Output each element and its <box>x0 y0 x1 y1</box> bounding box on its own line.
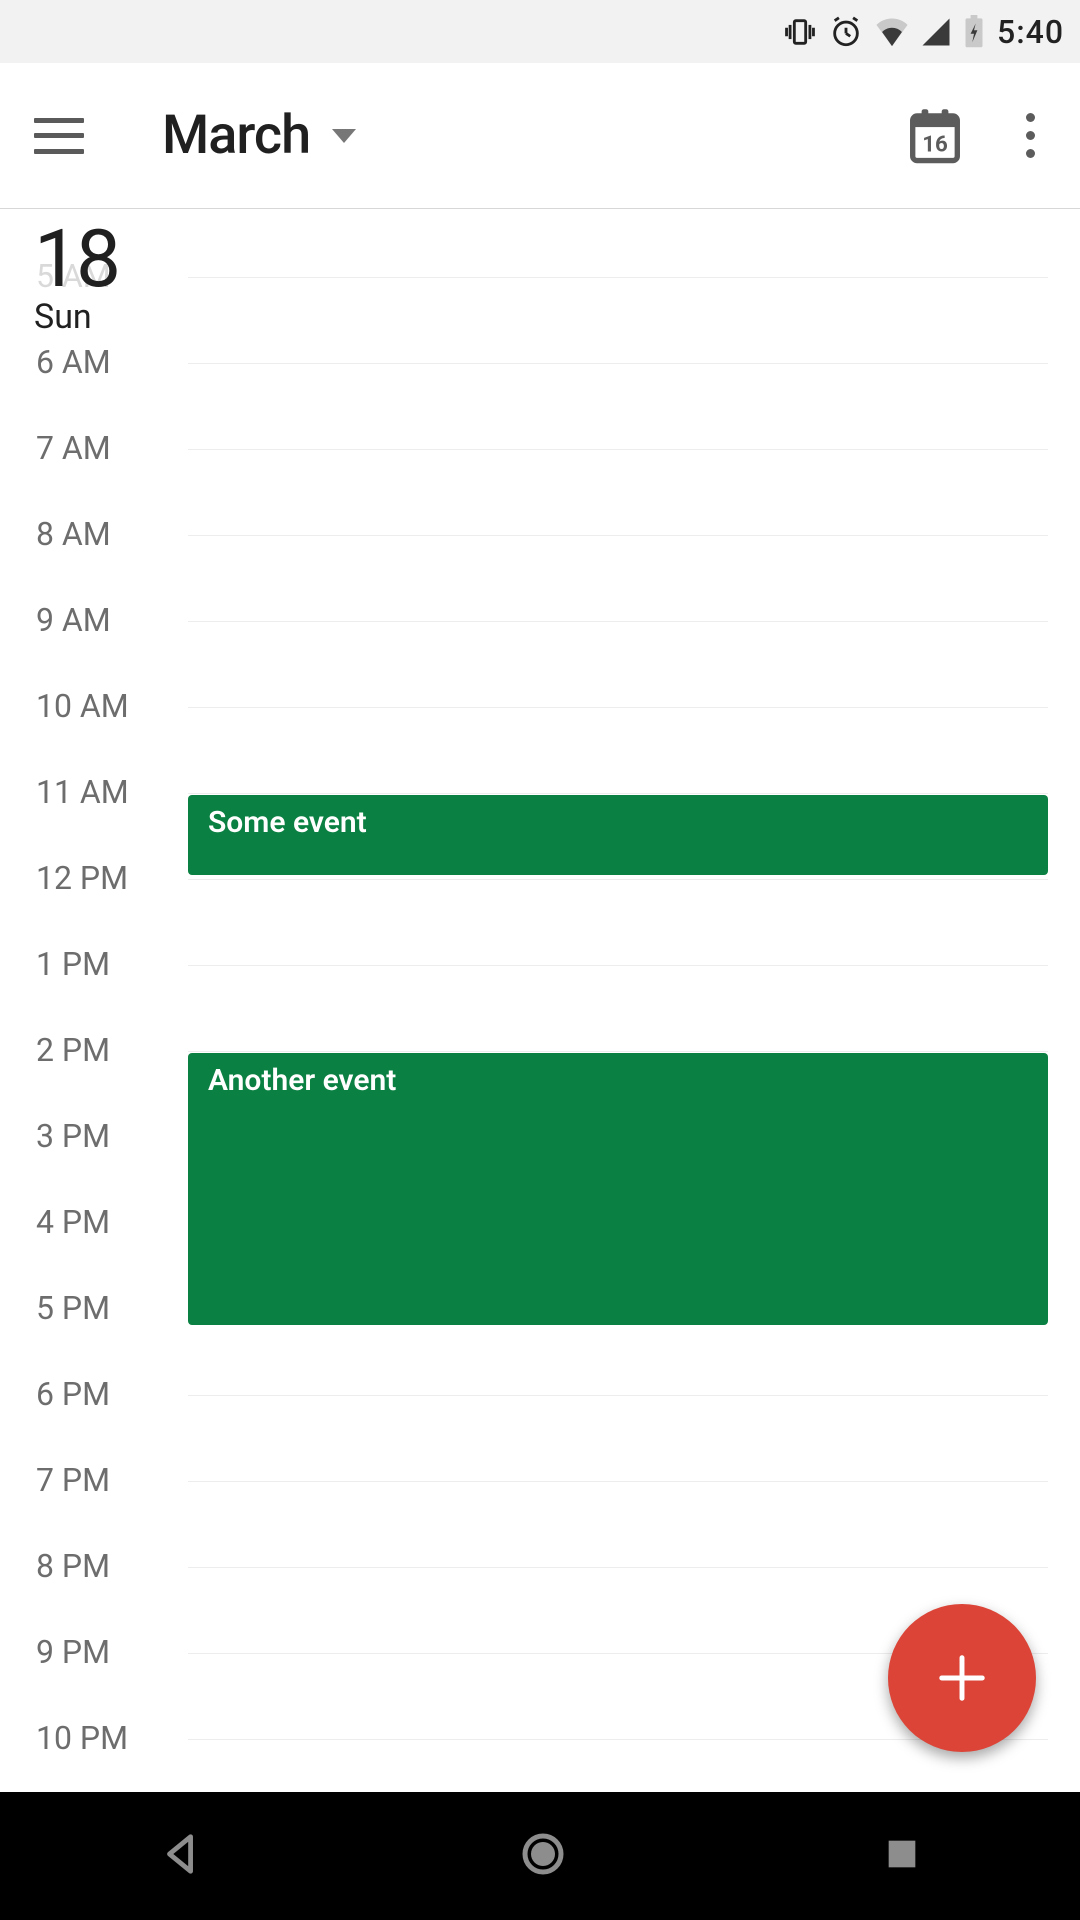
event-title: Some event <box>208 805 1028 840</box>
hour-row: 10 PM <box>0 1739 1080 1792</box>
hour-row: 8 AM <box>0 535 1080 621</box>
hour-divider <box>188 449 1048 450</box>
month-picker-button[interactable]: March <box>162 104 356 167</box>
calendar-event[interactable]: Some event <box>188 795 1048 875</box>
battery-charging-icon <box>963 15 985 49</box>
status-clock: 5:40 <box>997 13 1064 51</box>
hour-divider <box>188 793 1048 794</box>
day-view[interactable]: 18 Sun 5 AM6 AM7 AM8 AM9 AM10 AM11 AM12 … <box>0 209 1080 1792</box>
hour-row: 7 PM <box>0 1481 1080 1567</box>
hour-label: 7 AM <box>36 429 111 467</box>
hour-row: 6 AM <box>0 363 1080 449</box>
hour-divider <box>188 535 1048 536</box>
nav-back-button[interactable] <box>158 1831 204 1881</box>
hour-label: 6 AM <box>36 343 111 381</box>
hour-label: 7 PM <box>36 1461 110 1499</box>
date-number: 18 <box>34 219 118 299</box>
hour-row: 1 PM <box>0 965 1080 1051</box>
hour-divider <box>188 707 1048 708</box>
android-nav-bar <box>0 1792 1080 1920</box>
hour-row: 10 AM <box>0 707 1080 793</box>
vibrate-icon <box>783 15 817 49</box>
hour-label: 4 PM <box>36 1203 110 1241</box>
calendar-event[interactable]: Another event <box>188 1053 1048 1325</box>
date-header: 18 Sun <box>34 219 118 337</box>
alarm-icon <box>829 15 863 49</box>
hour-label: 1 PM <box>36 945 110 983</box>
menu-button[interactable] <box>34 118 84 154</box>
hour-divider <box>188 1481 1048 1482</box>
hour-label: 9 PM <box>36 1633 110 1671</box>
hour-divider <box>188 1567 1048 1568</box>
nav-recent-button[interactable] <box>882 1834 922 1878</box>
hour-label: 8 AM <box>36 515 111 553</box>
hour-row: 6 PM <box>0 1395 1080 1481</box>
event-title: Another event <box>208 1063 1028 1098</box>
today-button[interactable]: 16 <box>908 107 962 165</box>
status-bar: 5:40 <box>0 0 1080 63</box>
hour-divider <box>188 277 1048 278</box>
hour-divider <box>188 621 1048 622</box>
hour-label: 9 AM <box>36 601 111 639</box>
hour-label: 10 AM <box>36 687 129 725</box>
hour-row: 5 AM <box>0 277 1080 363</box>
wifi-icon <box>875 17 909 47</box>
hour-label: 12 PM <box>36 859 128 897</box>
plus-icon <box>935 1651 989 1705</box>
hour-label: 5 PM <box>36 1289 110 1327</box>
overflow-menu-button[interactable] <box>1010 105 1050 166</box>
chevron-down-icon <box>332 129 356 143</box>
hour-label: 8 PM <box>36 1547 110 1585</box>
hour-divider <box>188 1395 1048 1396</box>
hour-label: 10 PM <box>36 1719 128 1757</box>
add-event-fab[interactable] <box>888 1604 1036 1752</box>
month-label: March <box>162 104 310 167</box>
nav-home-button[interactable] <box>519 1830 567 1882</box>
hour-row: 9 AM <box>0 621 1080 707</box>
hour-label: 3 PM <box>36 1117 110 1155</box>
hour-label: 2 PM <box>36 1031 110 1069</box>
hour-divider <box>188 879 1048 880</box>
svg-text:16: 16 <box>922 131 948 157</box>
cell-signal-icon <box>921 17 951 47</box>
hour-divider <box>188 965 1048 966</box>
hour-label: 6 PM <box>36 1375 110 1413</box>
hour-row: 12 PM <box>0 879 1080 965</box>
hour-divider <box>188 363 1048 364</box>
hour-divider <box>188 1051 1048 1052</box>
app-bar: March 16 <box>0 63 1080 209</box>
hour-label: 11 AM <box>36 773 129 811</box>
hour-row: 7 AM <box>0 449 1080 535</box>
hour-divider <box>188 1739 1048 1740</box>
